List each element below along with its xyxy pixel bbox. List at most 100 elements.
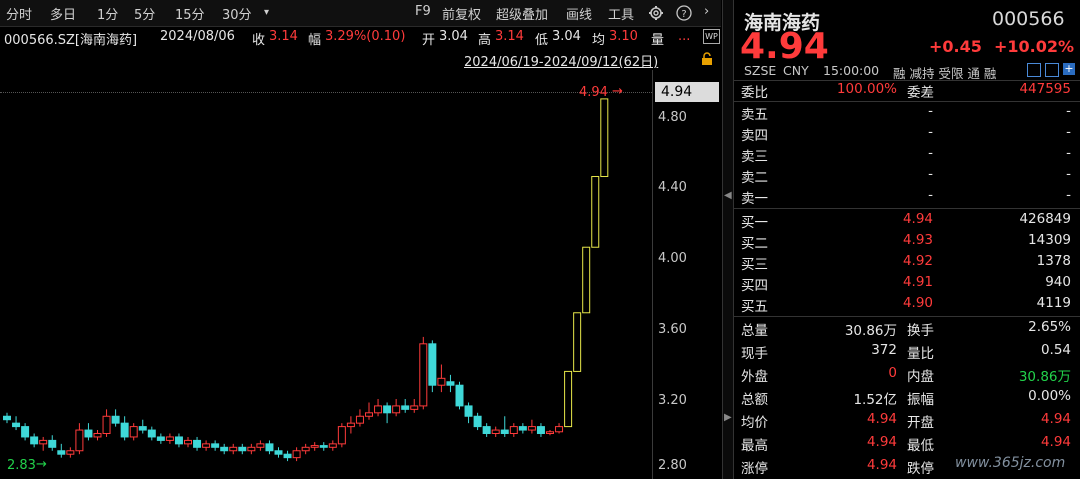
candle-body bbox=[383, 405, 392, 414]
stat-value: 4.94 bbox=[866, 457, 897, 473]
f9-button[interactable]: F9 bbox=[415, 4, 431, 19]
candle-body bbox=[84, 429, 93, 438]
level-price: - bbox=[928, 124, 933, 140]
arrow-right-icon: → bbox=[36, 457, 47, 472]
level-price: - bbox=[928, 166, 933, 182]
tab-5min[interactable]: 5分 bbox=[134, 4, 155, 23]
more-indicator[interactable]: ... bbox=[678, 29, 690, 44]
candle-body bbox=[202, 443, 211, 448]
close-label: 收 bbox=[252, 33, 266, 48]
adjust-button[interactable]: 前复权 bbox=[442, 4, 481, 23]
bid-row[interactable]: 买四 4.91 940 bbox=[741, 274, 1071, 296]
candle-body bbox=[401, 405, 410, 410]
candle-body bbox=[518, 426, 527, 431]
candle bbox=[464, 402, 473, 424]
candle-body bbox=[12, 422, 21, 428]
tab-30min[interactable]: 30分 bbox=[222, 4, 252, 23]
candle bbox=[292, 447, 301, 462]
draw-button[interactable]: 画线 bbox=[566, 4, 592, 23]
last-price-line bbox=[0, 92, 652, 93]
add-icon[interactable]: + bbox=[1063, 63, 1075, 75]
candle bbox=[66, 447, 75, 458]
bid-row[interactable]: 买二 4.93 14309 bbox=[741, 232, 1071, 254]
ask-row[interactable]: 卖四 - - bbox=[741, 124, 1071, 146]
candle bbox=[383, 402, 392, 424]
candle-body bbox=[428, 343, 437, 386]
stat-label: 涨停 bbox=[741, 461, 768, 477]
candle bbox=[174, 433, 183, 448]
ask-row[interactable]: 卖一 - - bbox=[741, 187, 1071, 209]
level-volume: - bbox=[1066, 166, 1071, 182]
collapse-icon[interactable]: ◀ bbox=[724, 190, 732, 201]
lock-icon[interactable] bbox=[700, 52, 714, 66]
stat-label: 振幅 bbox=[907, 392, 934, 408]
low-label: 低 bbox=[535, 33, 549, 48]
overlay-button[interactable]: 超级叠加 bbox=[496, 4, 548, 23]
stat-value: 372 bbox=[871, 342, 897, 358]
stat-label: 均价 bbox=[741, 415, 768, 431]
bid-row[interactable]: 买一 4.94 426849 bbox=[741, 211, 1071, 233]
candle-body bbox=[536, 426, 545, 435]
help-icon[interactable]: ? bbox=[676, 5, 692, 21]
candle-body bbox=[165, 436, 174, 441]
level-volume: 426849 bbox=[1019, 211, 1071, 227]
tab-multi-day[interactable]: 多日 bbox=[50, 4, 76, 23]
candle-body bbox=[57, 450, 66, 455]
candle-body bbox=[582, 246, 591, 314]
ask-row[interactable]: 卖三 - - bbox=[741, 145, 1071, 167]
wp-badge[interactable]: WP bbox=[703, 29, 720, 44]
expand-icon[interactable]: ▶ bbox=[724, 412, 732, 423]
dropdown-icon[interactable]: ▾ bbox=[264, 7, 269, 18]
candle-body bbox=[491, 429, 500, 435]
tab-15min[interactable]: 15分 bbox=[175, 4, 205, 23]
panel-divider[interactable]: ◀ ▶ bbox=[722, 0, 734, 479]
candle bbox=[428, 340, 437, 393]
tab-1min[interactable]: 1分 bbox=[97, 4, 118, 23]
stat-value: 30.86万 bbox=[1018, 369, 1071, 385]
candle bbox=[419, 336, 428, 410]
candle bbox=[256, 440, 265, 451]
level-label: 买五 bbox=[741, 299, 768, 315]
level-label: 买二 bbox=[741, 236, 768, 252]
candle bbox=[392, 399, 401, 417]
candle-body bbox=[355, 415, 364, 424]
high-label: 高 bbox=[478, 33, 492, 48]
ask-row[interactable]: 卖二 - - bbox=[741, 166, 1071, 188]
bid-row[interactable]: 买三 4.92 1378 bbox=[741, 253, 1071, 275]
last-price-marker: 4.94 bbox=[579, 85, 608, 100]
tools-button[interactable]: 工具 bbox=[608, 4, 634, 23]
candle-body bbox=[591, 176, 600, 248]
stat-label: 最高 bbox=[741, 438, 768, 454]
level-price: 4.93 bbox=[902, 232, 933, 248]
edit-icon[interactable] bbox=[1027, 63, 1041, 77]
gear-icon[interactable] bbox=[648, 5, 664, 21]
candle bbox=[39, 436, 48, 451]
candle bbox=[138, 419, 147, 434]
current-price: 4.94 bbox=[740, 26, 829, 67]
ask-row[interactable]: 卖五 - - bbox=[741, 103, 1071, 125]
candlestick-chart[interactable] bbox=[0, 70, 652, 479]
candle-body bbox=[446, 381, 455, 386]
tab-intraday[interactable]: 分时 bbox=[6, 4, 32, 23]
window-icon[interactable] bbox=[1045, 63, 1059, 77]
level-label: 卖四 bbox=[741, 128, 768, 144]
price-change: +0.45 bbox=[929, 37, 982, 56]
avg-value: 3.10 bbox=[609, 29, 638, 44]
order-ratio-row: 委比 100.00% 委差 447595 bbox=[741, 81, 1071, 103]
candle bbox=[482, 423, 491, 437]
candle-body bbox=[437, 377, 446, 386]
stock-code: 000566 bbox=[992, 8, 1065, 30]
candle-body bbox=[129, 426, 138, 438]
candle bbox=[446, 374, 455, 393]
y-tick: 3.20 bbox=[658, 393, 687, 408]
chevron-right-icon[interactable]: › bbox=[704, 4, 709, 19]
candle bbox=[564, 370, 573, 428]
y-tick: 2.80 bbox=[658, 458, 687, 473]
candle bbox=[455, 381, 464, 410]
date-range[interactable]: 2024/06/19-2024/09/12(62日) bbox=[464, 51, 658, 70]
candle-body bbox=[301, 446, 310, 452]
bid-row[interactable]: 买五 4.90 4119 bbox=[741, 295, 1071, 317]
candle-body bbox=[147, 429, 156, 438]
level-label: 卖二 bbox=[741, 170, 768, 186]
close-value: 3.14 bbox=[269, 29, 298, 44]
